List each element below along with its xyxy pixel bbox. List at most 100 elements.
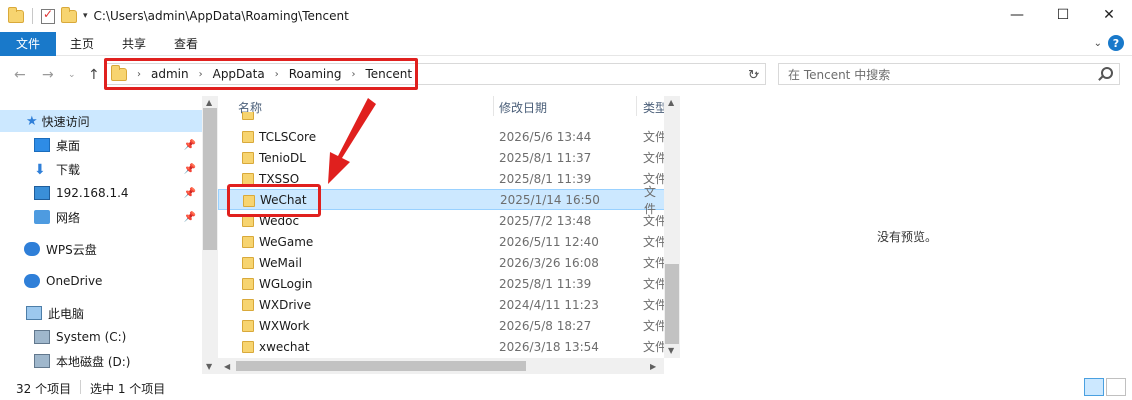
nav-192-168-1-4[interactable]: 192.168.1.4 📌: [0, 182, 202, 204]
ribbon-controls: ⌄ ?: [1094, 35, 1124, 51]
navigation-pane: ★ 快速访问 桌面 📌 ⬇ 下载 📌 192.168.1.4 📌 网络 📌 WP…: [0, 96, 218, 374]
file-date: 2026/5/6 13:44: [499, 129, 592, 144]
table-row[interactable]: WXWork 2026/5/8 18:27 文件: [218, 315, 668, 336]
tab-file[interactable]: 文件: [0, 31, 56, 56]
file-date: 2026/3/18 13:54: [499, 339, 599, 354]
toolbar-divider: [32, 8, 33, 24]
nav-drive-c[interactable]: System (C:): [0, 326, 202, 348]
up-arrow-icon[interactable]: ↑: [88, 67, 100, 83]
expand-ribbon-icon[interactable]: ⌄: [1094, 38, 1102, 49]
file-name: TCLSCore: [259, 129, 317, 144]
table-row[interactable]: WXDrive 2024/4/11 11:23 文件: [218, 294, 668, 315]
file-list-horizontal-thumb[interactable]: [236, 361, 526, 371]
folder-icon: [242, 131, 254, 143]
pin-icon[interactable]: 📌: [184, 140, 196, 151]
nav-network[interactable]: 网络 📌: [0, 206, 202, 228]
folder-icon: [242, 278, 254, 290]
table-row[interactable]: WeGame 2026/5/11 12:40 文件: [218, 231, 668, 252]
customize-toolbar-icon[interactable]: ▾: [83, 11, 88, 21]
recent-locations-icon[interactable]: ⌄: [68, 70, 76, 80]
file-name: WGLogin: [259, 276, 313, 291]
scroll-left-icon[interactable]: ◀: [224, 362, 230, 371]
file-date: 2025/8/1 11:37: [499, 150, 592, 165]
tab-view[interactable]: 查看: [160, 32, 212, 56]
table-row[interactable]: xwechat 2026/3/18 13:54 文件: [218, 336, 668, 357]
maximize-button[interactable]: ☐: [1040, 0, 1086, 30]
nav-onedrive[interactable]: OneDrive: [0, 270, 202, 292]
nav-scroll-thumb[interactable]: [203, 108, 217, 250]
details-view-icon[interactable]: [1084, 378, 1104, 396]
address-annotation-box: [104, 58, 418, 90]
table-row[interactable]: TCLSCore 2026/5/6 13:44 文件: [218, 126, 668, 147]
status-bar: 32 个项目 选中 1 个项目: [0, 374, 1132, 400]
annotation-arrow-icon: [328, 98, 376, 184]
nav-label: WPS云盘: [46, 242, 97, 257]
search-placeholder: 在 Tencent 中搜索: [788, 67, 891, 82]
table-row[interactable]: TenioDL 2025/8/1 11:37 文件: [218, 147, 668, 168]
large-icons-view-icon[interactable]: [1106, 378, 1126, 396]
help-icon[interactable]: ?: [1108, 35, 1124, 51]
folder-icon: [8, 6, 24, 23]
nav-label: 快速访问: [41, 114, 90, 129]
file-date: 2025/1/14 16:50: [500, 192, 600, 207]
folder-icon: [242, 320, 254, 332]
file-date: 2024/4/11 11:23: [499, 297, 599, 312]
file-name: TenioDL: [259, 150, 306, 165]
file-date: 2025/8/1 11:39: [499, 171, 592, 186]
star-icon: ★: [26, 113, 38, 129]
file-date: 2025/8/1 11:39: [499, 276, 592, 291]
nav-drive-d[interactable]: 本地磁盘 (D:): [0, 350, 202, 372]
forward-arrow-icon[interactable]: →: [42, 67, 54, 83]
title-bar: ▾ C:\Users\admin\AppData\Roaming\Tencent…: [0, 0, 1132, 32]
file-date: 2025/7/2 13:48: [499, 213, 592, 228]
scroll-up-icon[interactable]: ▲: [206, 98, 212, 107]
nav-label: 网络: [56, 210, 81, 225]
file-list-vertical-thumb[interactable]: [665, 264, 679, 344]
nav-label: OneDrive: [46, 274, 103, 288]
folder-icon: [242, 236, 254, 248]
scroll-down-icon[interactable]: ▼: [668, 346, 674, 355]
cloud-icon: [24, 274, 40, 288]
scroll-up-icon[interactable]: ▲: [668, 98, 674, 107]
preview-message: 没有预览。: [877, 230, 938, 244]
search-input[interactable]: 在 Tencent 中搜索: [778, 63, 1120, 85]
folder-icon: [242, 257, 254, 269]
nav-desktop[interactable]: 桌面 📌: [0, 134, 202, 156]
minimize-button[interactable]: —: [994, 0, 1040, 30]
pin-icon[interactable]: 📌: [184, 212, 196, 223]
nav-quick-access[interactable]: ★ 快速访问: [0, 110, 202, 132]
new-folder-icon[interactable]: [61, 6, 77, 23]
drive-icon: [34, 354, 50, 368]
nav-this-pc[interactable]: 此电脑: [0, 302, 202, 324]
pin-icon[interactable]: 📌: [184, 164, 196, 175]
close-button[interactable]: ✕: [1086, 0, 1132, 30]
scroll-right-icon[interactable]: ▶: [650, 362, 656, 371]
folder-icon: [242, 152, 254, 164]
table-row[interactable]: WGLogin 2025/8/1 11:39 文件: [218, 273, 668, 294]
nav-label: 本地磁盘 (D:): [56, 354, 131, 369]
scroll-down-icon[interactable]: ▼: [206, 362, 212, 371]
table-row[interactable]: [218, 112, 668, 120]
nav-label: 此电脑: [48, 306, 85, 321]
nav-label: 下载: [56, 162, 81, 177]
tab-share[interactable]: 共享: [108, 32, 160, 56]
back-arrow-icon[interactable]: ←: [14, 67, 26, 83]
selected-count: 选中 1 个项目: [90, 382, 166, 396]
file-date: 2026/5/11 12:40: [499, 234, 599, 249]
folder-icon: [242, 299, 254, 311]
window-controls: — ☐ ✕: [994, 0, 1132, 30]
tab-home[interactable]: 主页: [56, 32, 108, 56]
nav-wps-cloud[interactable]: WPS云盘: [0, 238, 202, 260]
pin-icon[interactable]: 📌: [184, 188, 196, 199]
nav-downloads[interactable]: ⬇ 下载 📌: [0, 158, 202, 180]
preview-pane: 没有预览。: [680, 96, 1132, 374]
ribbon-tabs: 文件 主页 共享 查看 ⌄ ?: [0, 31, 1132, 56]
file-name: WeMail: [259, 255, 302, 270]
computer-icon: [26, 306, 42, 320]
refresh-icon[interactable]: ↻: [748, 68, 759, 83]
properties-icon[interactable]: [41, 7, 55, 24]
table-row[interactable]: WeMail 2026/3/26 16:08 文件: [218, 252, 668, 273]
monitor-icon: [34, 186, 50, 200]
file-date: 2026/3/26 16:08: [499, 255, 599, 270]
search-icon[interactable]: [1101, 67, 1113, 79]
